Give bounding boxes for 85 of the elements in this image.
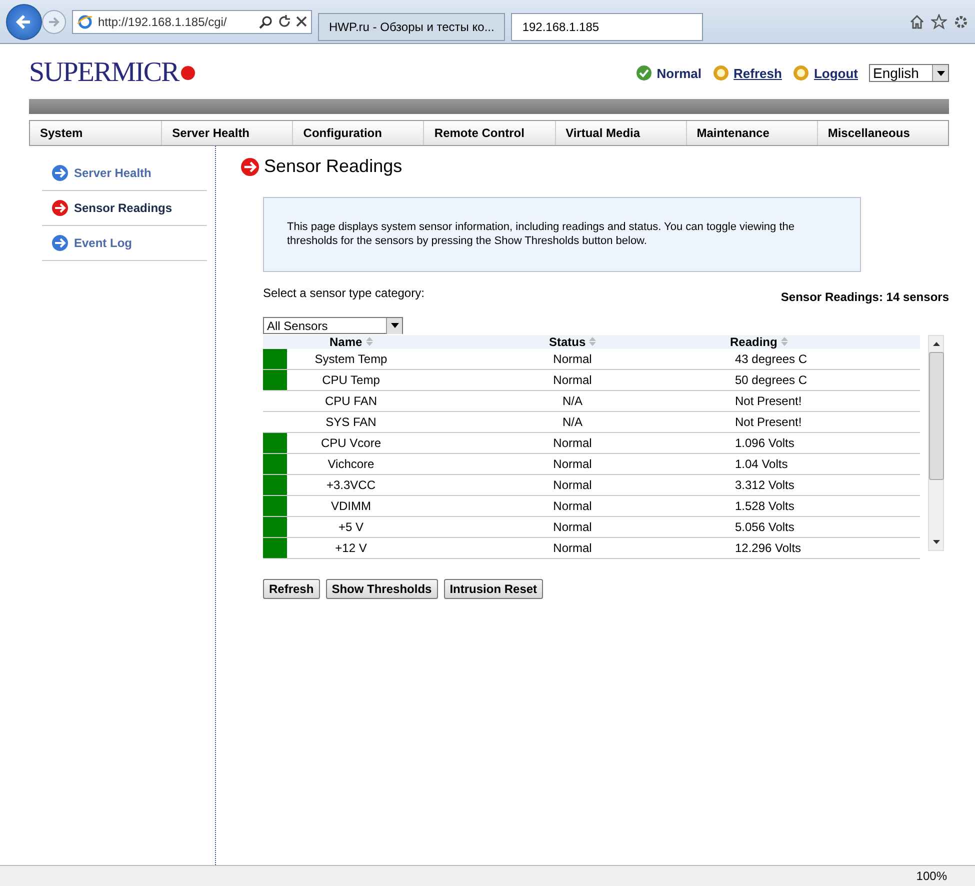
check-icon [636,65,652,81]
address-bar[interactable]: http://192.168.1.185/cgi/ [72,10,312,34]
menu-item[interactable]: Miscellaneous [816,121,948,145]
category-label: Select a sensor type category: [263,286,424,302]
back-arrow-icon [15,12,33,30]
table-cell-text: Normal [552,499,593,513]
table-cell-text: 1.04 Volts [734,457,789,471]
menu-item[interactable]: Server Health [161,121,292,145]
table-cell-text: +12 V [334,541,368,555]
link-icon [712,65,729,81]
table-cell-text: 5.056 Volts [734,520,796,534]
table-cell-text: Normal [552,520,593,534]
table-cell-text: VDIMM [330,499,372,513]
dropdown-icon [936,70,944,76]
settings-icon[interactable] [953,14,969,30]
arrow-icon [241,158,259,176]
arrow-icon [52,200,68,216]
arrow-icon [52,235,68,251]
dropdown-icon [390,323,398,328]
menu-item[interactable]: Maintenance [686,121,817,145]
table-cell-text: Not Present! [734,415,803,429]
forward-arrow-icon [48,16,60,28]
menu-item[interactable]: System [30,121,162,145]
browser-tab[interactable]: 192.168.1.185 [511,13,704,41]
table-cell-text: 50 degrees C [734,373,808,387]
header-link[interactable]: Refresh [734,66,782,80]
table-cell-text: System Temp [314,352,388,366]
table-cell-text: Vichcore [326,457,376,471]
column-header[interactable]: Reading [730,335,920,349]
info-text: This page displays system sensor information, including readings and status. You can toggle viewing the thresholds for the sensors by pressing the Show Thresholds button below. [287,221,795,247]
page-title: Sensor Readings [264,156,402,177]
menu-item[interactable]: Remote Control [423,121,555,145]
table-cell-text: 12.296 Volts [734,541,802,555]
menu-item[interactable]: Virtual Media [554,121,686,145]
table-cell-text: Normal [552,373,593,387]
sort-icon [366,337,373,346]
table-cell-text: Normal [552,541,593,555]
back-button[interactable] [6,4,42,40]
table-cell-text: Normal [552,436,593,450]
header-link[interactable]: Logout [814,66,858,80]
search-icon[interactable] [259,14,273,28]
table-cell-text: CPU Vcore [320,436,382,450]
table-cell-text: 43 degrees C [734,352,808,366]
scrollbar[interactable] [928,335,944,551]
table-cell-text: N/A [561,394,584,408]
table-cell-text: 1.528 Volts [734,499,796,513]
table-cell-text: 1.096 Volts [734,436,796,450]
table-cell-text: +3.3VCC [325,478,377,492]
sort-icon [589,337,596,346]
table-cell-text: SYS FAN [324,415,378,429]
arrow-icon [52,165,68,181]
table-cell-text: Normal [552,457,593,471]
zoom-level[interactable]: 100% [916,869,947,883]
browser-icon [77,14,93,30]
sidebar-item[interactable]: Sensor Readings [42,191,207,226]
language-select[interactable]: English [869,64,949,82]
table-cell-text: CPU FAN [324,394,378,408]
star-icon[interactable] [931,14,947,30]
refresh-icon[interactable] [278,15,291,28]
table-cell-text: 3.312 Volts [734,478,796,492]
sidebar-item[interactable]: Event Log [42,226,207,261]
health-status: Normal [656,66,702,80]
link-icon [792,65,809,81]
column-header[interactable]: Status [415,335,730,349]
action-button[interactable]: Refresh [263,579,320,599]
table-cell-text: N/A [561,415,584,429]
sidebar-item[interactable]: Server Health [42,156,207,191]
table-cell-text: Normal [552,478,593,492]
table-cell-text: Normal [552,352,593,366]
close-icon[interactable] [296,16,307,27]
table-cell-text: Not Present! [734,394,803,408]
category-select[interactable]: All Sensors [263,317,403,334]
sensor-count: Sensor Readings: 14 sensors [780,290,949,304]
action-button[interactable]: Intrusion Reset [444,579,544,599]
table-cell-text: CPU Temp [321,373,381,387]
home-icon[interactable] [909,14,925,30]
action-button[interactable]: Show Thresholds [326,579,438,599]
scroll-down-icon[interactable] [932,540,940,544]
scroll-up-icon[interactable] [932,342,940,346]
table-cell-text: +5 V [337,520,365,534]
browser-tab[interactable]: HWP.ru - Обзоры и тесты ко... [318,13,506,41]
sort-icon [780,337,788,346]
menu-item[interactable]: Configuration [292,121,424,145]
logo: SUPERMICR [29,57,195,89]
column-header[interactable]: Name [287,335,415,349]
